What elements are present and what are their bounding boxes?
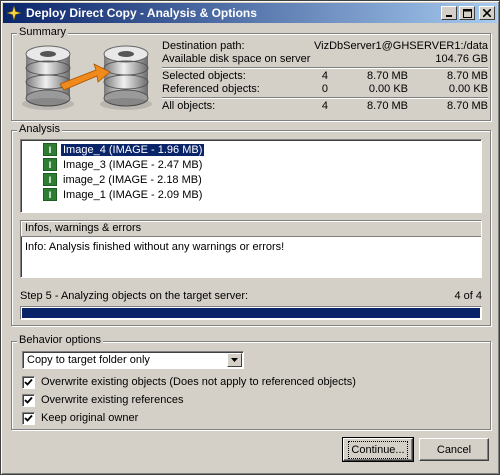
continue-button-label: Continue... — [348, 440, 408, 459]
overwrite-references-option[interactable]: Overwrite existing references — [22, 393, 183, 407]
checkmark-icon — [24, 396, 33, 404]
database-transfer-icon — [22, 45, 152, 110]
list-item[interactable]: I Image_3 (IMAGE - 2.47 MB) — [43, 157, 481, 172]
image-object-icon: I — [43, 143, 57, 156]
summary-row: Referenced objects: 0 0.00 KB 0.00 KB — [162, 83, 488, 95]
destination-value: VizDbServer1@GHSERVER1:/data — [313, 40, 488, 52]
cancel-button-label: Cancel — [436, 443, 472, 456]
destination-label: Destination path: — [162, 40, 245, 52]
minimize-icon — [446, 15, 452, 17]
continue-button[interactable]: Continue... — [342, 437, 414, 462]
app-icon — [6, 5, 22, 21]
checkmark-icon — [24, 378, 33, 386]
overwrite-objects-label: Overwrite existing objects (Does not app… — [41, 376, 356, 388]
image-object-icon: I — [43, 173, 57, 186]
progress-bar — [20, 306, 482, 320]
dialog-window: Deploy Direct Copy - Analysis & Options … — [0, 0, 500, 475]
list-item[interactable]: I Image_1 (IMAGE - 2.09 MB) — [43, 187, 481, 202]
checkmark-icon — [24, 414, 33, 422]
close-button[interactable] — [479, 6, 495, 20]
image-object-icon: I — [43, 158, 57, 171]
keep-owner-checkbox[interactable] — [22, 411, 35, 425]
keep-owner-option[interactable]: Keep original owner — [22, 411, 138, 425]
overwrite-references-label: Overwrite existing references — [41, 394, 184, 406]
info-message: Info: Analysis finished without any warn… — [25, 241, 285, 253]
list-item[interactable]: I image_2 (IMAGE - 2.18 MB) — [43, 172, 481, 187]
minimize-button[interactable] — [441, 6, 457, 20]
list-item[interactable]: I Image_4 (IMAGE - 1.96 MB) — [43, 142, 481, 157]
copy-mode-select[interactable]: Copy to target folder only — [22, 351, 244, 369]
behavior-legend: Behavior options — [17, 334, 103, 346]
maximize-button[interactable] — [459, 6, 475, 20]
keep-owner-label: Keep original owner — [41, 412, 139, 424]
behavior-options-group: Behavior options Copy to target folder o… — [11, 334, 491, 430]
overwrite-references-checkbox[interactable] — [22, 393, 35, 407]
info-column-header[interactable]: Infos, warnings & errors — [21, 221, 481, 237]
analysis-group: Analysis I Image_4 (IMAGE - 1.96 MB) I I… — [11, 123, 491, 326]
info-panel[interactable]: Infos, warnings & errors Info: Analysis … — [20, 220, 482, 278]
summary-legend: Summary — [17, 26, 69, 38]
divider — [162, 97, 488, 99]
close-icon — [483, 9, 491, 17]
analysis-object-list[interactable]: I Image_4 (IMAGE - 1.96 MB) I Image_3 (I… — [20, 139, 482, 213]
divider — [162, 67, 488, 69]
window-title: Deploy Direct Copy - Analysis & Options — [26, 6, 257, 20]
summary-total-row: All objects: 4 8.70 MB 8.70 MB — [162, 100, 488, 112]
summary-row: Selected objects: 4 8.70 MB 8.70 MB — [162, 70, 488, 82]
overwrite-objects-option[interactable]: Overwrite existing objects (Does not app… — [22, 375, 356, 389]
chevron-down-icon — [231, 358, 238, 362]
step-label: Step 5 - Analyzing objects on the target… — [20, 290, 249, 302]
summary-group: Summary Destination path: VizDbServer1@G… — [11, 26, 491, 121]
progress-fill — [22, 308, 480, 318]
maximize-icon — [462, 8, 472, 18]
disk-space-value: 104.76 GB — [435, 53, 488, 65]
dropdown-arrow-button[interactable] — [227, 353, 242, 367]
disk-space-label: Available disk space on server — [162, 53, 311, 65]
title-bar[interactable]: Deploy Direct Copy - Analysis & Options — [3, 3, 497, 23]
image-object-icon: I — [43, 188, 57, 201]
step-count: 4 of 4 — [454, 290, 482, 302]
cancel-button[interactable]: Cancel — [419, 438, 489, 461]
overwrite-objects-checkbox[interactable] — [22, 375, 35, 389]
analysis-legend: Analysis — [17, 123, 62, 135]
select-value: Copy to target folder only — [27, 354, 150, 366]
